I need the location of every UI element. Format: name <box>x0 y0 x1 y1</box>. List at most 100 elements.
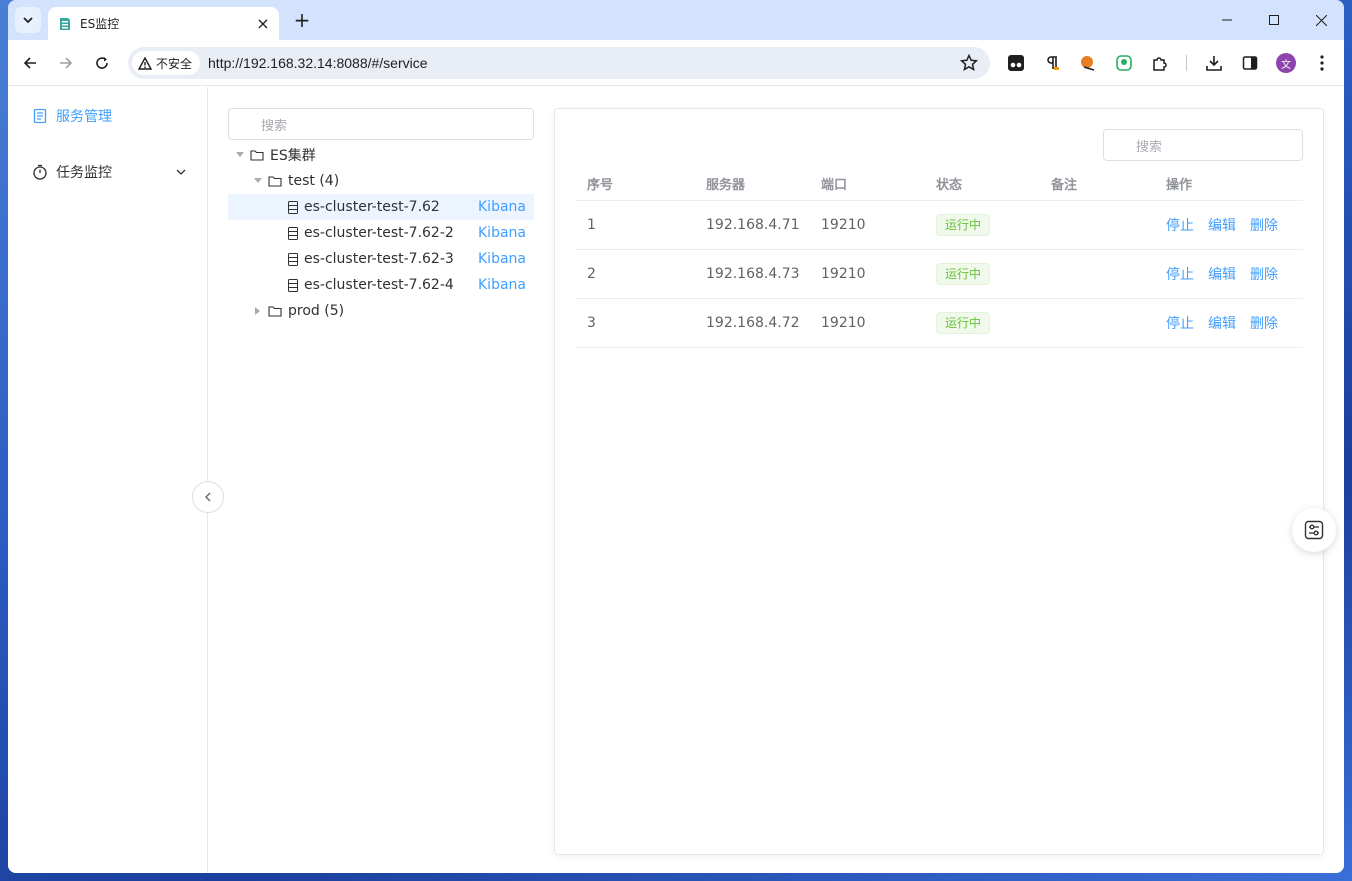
close-window-button[interactable] <box>1298 6 1344 34</box>
page-content: 服务管理 任务监控 搜索 ES集群 test (4) es-cluster-te… <box>8 87 1344 873</box>
download-icon <box>1206 56 1222 71</box>
sidebar-item-task-monitoring[interactable]: 任务监控 <box>32 160 112 184</box>
tree-search-input[interactable]: 搜索 <box>228 108 534 140</box>
side-panel-button[interactable] <box>1240 53 1260 73</box>
reload-button[interactable] <box>90 51 114 75</box>
browser-toolbar: 不安全 http://192.168.32.14:8088/#/service <box>8 40 1344 86</box>
cell-index: 3 <box>587 315 596 331</box>
tree-node-cluster-1[interactable]: es-cluster-test-7.62 Kibana <box>228 194 534 220</box>
stop-button[interactable]: 停止 <box>1166 215 1194 235</box>
edit-button[interactable]: 编辑 <box>1208 264 1236 284</box>
bookmark-star-icon[interactable] <box>960 54 978 72</box>
paragraph-icon <box>1047 56 1059 70</box>
back-button[interactable] <box>18 51 42 75</box>
header-remark: 备注 <box>1051 178 1078 193</box>
cell-port: 19210 <box>821 266 866 282</box>
header-index: 序号 <box>587 178 614 193</box>
tree-node-label: test (4) <box>288 173 340 189</box>
tampermonkey-icon <box>1008 55 1024 71</box>
cell-index: 1 <box>587 217 596 233</box>
cell-server: 192.168.4.73 <box>706 266 800 282</box>
tab-bar: ES监控 × + <box>8 0 1344 40</box>
reload-icon <box>96 57 108 69</box>
extension-translate-icon[interactable] <box>1078 53 1098 73</box>
service-table-card: 搜索 序号 服务器 端口 状态 备注 操作 1 192.168.4.71 192… <box>554 108 1324 855</box>
sidebar: 服务管理 任务监控 <box>8 87 208 873</box>
security-chip[interactable]: 不安全 <box>132 51 201 75</box>
service-table: 序号 服务器 端口 状态 备注 操作 1 192.168.4.71 19210 … <box>575 167 1303 348</box>
active-tab[interactable]: ES监控 × <box>48 7 279 40</box>
tree-node-cluster-2[interactable]: es-cluster-test-7.62-2 Kibana <box>228 220 534 246</box>
maximize-button[interactable] <box>1251 6 1297 34</box>
server-icon <box>288 200 298 214</box>
maximize-icon <box>1269 15 1279 25</box>
floating-settings-button[interactable] <box>1292 508 1336 552</box>
leaf-icon <box>1116 55 1132 71</box>
caret-down-icon[interactable] <box>234 152 246 158</box>
kibana-link[interactable]: Kibana <box>478 225 526 241</box>
delete-button[interactable]: 删除 <box>1250 215 1278 235</box>
folder-icon <box>268 305 282 317</box>
new-tab-button[interactable]: + <box>290 8 314 32</box>
table-search-input[interactable]: 搜索 <box>1103 129 1303 161</box>
edit-button[interactable]: 编辑 <box>1208 215 1236 235</box>
url-text[interactable]: http://192.168.32.14:8088/#/service <box>208 55 428 71</box>
more-vertical-icon <box>1320 55 1324 71</box>
extension-tampermonkey-icon[interactable] <box>1006 53 1026 73</box>
chevron-down-icon <box>23 17 33 24</box>
edit-button[interactable]: 编辑 <box>1208 313 1236 333</box>
extension-paragraph-icon[interactable] <box>1042 53 1062 73</box>
sidebar-item-service-management[interactable]: 服务管理 <box>32 104 112 128</box>
table-row: 2 192.168.4.73 19210 运行中 停止 编辑 删除 <box>575 250 1303 299</box>
stop-button[interactable]: 停止 <box>1166 264 1194 284</box>
chevron-down-icon[interactable] <box>176 167 186 177</box>
tab-search-button[interactable] <box>15 7 41 33</box>
status-badge: 运行中 <box>936 312 991 334</box>
security-label: 不安全 <box>156 56 193 71</box>
server-icon <box>288 252 298 266</box>
downloads-button[interactable] <box>1204 53 1224 73</box>
collapse-sidebar-button[interactable] <box>192 481 224 513</box>
sliders-icon <box>1304 520 1324 540</box>
cell-server: 192.168.4.71 <box>706 217 800 233</box>
tree-node-root[interactable]: ES集群 <box>228 142 534 168</box>
tree-node-prod[interactable]: prod (5) <box>228 298 534 324</box>
tree-node-cluster-3[interactable]: es-cluster-test-7.62-3 Kibana <box>228 246 534 272</box>
arrow-right-icon <box>60 57 73 69</box>
kibana-link[interactable]: Kibana <box>478 251 526 267</box>
minimize-button[interactable] <box>1204 6 1250 34</box>
tab-close-icon[interactable]: × <box>255 14 271 33</box>
extension-green-icon[interactable] <box>1114 53 1134 73</box>
document-icon <box>32 108 48 124</box>
tree-node-label: es-cluster-test-7.62-4 <box>304 277 454 293</box>
delete-button[interactable]: 删除 <box>1250 264 1278 284</box>
table-header: 序号 服务器 端口 状态 备注 操作 <box>575 167 1303 201</box>
chevron-left-icon <box>205 492 211 502</box>
table-row: 1 192.168.4.71 19210 运行中 停止 编辑 删除 <box>575 201 1303 250</box>
browser-menu-button[interactable] <box>1312 53 1332 73</box>
profile-button[interactable]: 文 <box>1276 53 1296 73</box>
arrow-left-icon <box>23 57 36 69</box>
kibana-link[interactable]: Kibana <box>478 277 526 293</box>
stop-button[interactable]: 停止 <box>1166 313 1194 333</box>
close-icon <box>1315 14 1327 26</box>
caret-right-icon[interactable] <box>252 307 264 315</box>
extensions-button[interactable] <box>1150 53 1170 73</box>
toolbar-separator <box>1186 55 1187 71</box>
server-icon <box>288 278 298 292</box>
delete-button[interactable]: 删除 <box>1250 313 1278 333</box>
sidebar-item-label: 服务管理 <box>56 109 112 125</box>
cell-index: 2 <box>587 266 596 282</box>
caret-down-icon[interactable] <box>252 178 264 184</box>
address-bar[interactable]: 不安全 http://192.168.32.14:8088/#/service <box>128 47 990 79</box>
folder-open-icon <box>250 149 264 161</box>
status-badge: 运行中 <box>936 263 991 285</box>
kibana-link[interactable]: Kibana <box>478 199 526 215</box>
cell-server: 192.168.4.72 <box>706 315 800 331</box>
tree-node-label: es-cluster-test-7.62 <box>304 199 440 215</box>
es-favicon-icon <box>60 17 70 30</box>
tree-node-cluster-4[interactable]: es-cluster-test-7.62-4 Kibana <box>228 272 534 298</box>
tree-node-test[interactable]: test (4) <box>228 168 534 194</box>
sidebar-item-label: 任务监控 <box>56 165 112 181</box>
forward-button[interactable] <box>54 51 78 75</box>
